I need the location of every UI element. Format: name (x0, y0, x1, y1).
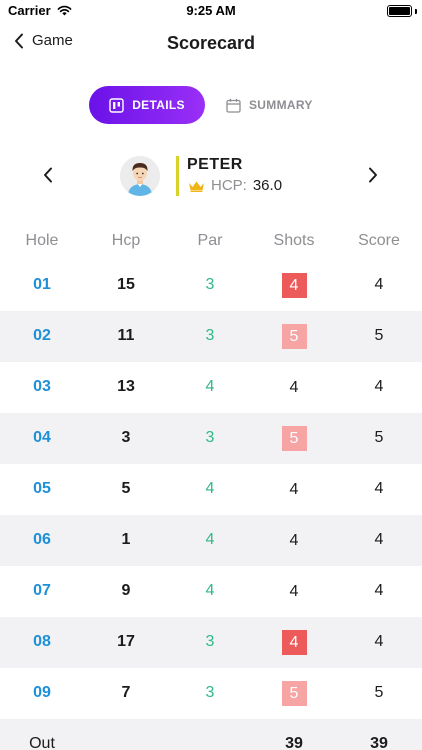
shots-badge: 4 (281, 273, 307, 298)
shots-badge: 5 (281, 426, 307, 451)
scorecard-header: Hole Hcp Par Shots Score (0, 232, 422, 260)
calendar-icon (226, 98, 241, 113)
shots-badge: 4 (281, 630, 307, 655)
out-total-row: Out 39 39 (0, 719, 422, 750)
hole-score: 5 (374, 684, 384, 701)
hole-number: 03 (33, 378, 51, 395)
player-name: PETER (187, 156, 243, 173)
scorecard-table: 01 15 3 4 4 02 11 3 5 5 03 13 4 4 4 04 3… (0, 260, 422, 719)
handicap-label: HCP: (211, 177, 247, 194)
hole-number: 07 (33, 582, 51, 599)
player-selector: PETER HCP: 36.0 (0, 152, 422, 198)
table-row[interactable]: 02 11 3 5 5 (0, 311, 422, 362)
tab-details-label: DETAILS (132, 98, 185, 112)
hole-par: 4 (205, 378, 215, 395)
column-header-hole: Hole (25, 232, 59, 249)
hole-score: 4 (374, 582, 384, 599)
battery-tip (415, 9, 417, 14)
hole-handicap: 1 (121, 531, 131, 548)
avatar (120, 156, 160, 196)
hole-number: 08 (33, 633, 51, 650)
hole-par: 4 (205, 531, 215, 548)
out-shots-total: 39 (285, 735, 303, 750)
hole-handicap: 3 (121, 429, 131, 446)
hole-handicap: 5 (121, 480, 131, 497)
handicap-divider (176, 156, 179, 196)
out-label: Out (29, 735, 55, 750)
hole-par: 4 (205, 582, 215, 599)
next-player-button[interactable] (363, 164, 383, 186)
table-row[interactable]: 03 13 4 4 4 (0, 362, 422, 413)
hole-score: 4 (374, 531, 384, 548)
table-row[interactable]: 05 5 4 4 4 (0, 464, 422, 515)
hole-score: 4 (374, 276, 384, 293)
view-switcher: DETAILS SUMMARY (0, 86, 422, 124)
shots-badge: 5 (281, 681, 307, 706)
crown-icon (189, 181, 204, 192)
status-time: 9:25 AM (186, 3, 236, 18)
hole-handicap: 17 (117, 633, 135, 650)
tab-summary[interactable]: SUMMARY (226, 86, 326, 124)
hole-number: 06 (33, 531, 51, 548)
user-avatar-icon (120, 156, 160, 196)
table-row[interactable]: 06 1 4 4 4 (0, 515, 422, 566)
chevron-left-icon (44, 167, 52, 183)
shots-badge: 5 (281, 324, 307, 349)
hole-par: 3 (205, 327, 215, 344)
chevron-right-icon (369, 167, 377, 183)
hole-handicap: 13 (117, 378, 135, 395)
navigation-bar: Game Scorecard (0, 24, 422, 64)
hole-score: 4 (374, 378, 384, 395)
column-header-shots: Shots (273, 232, 315, 249)
shots-value: 4 (289, 379, 299, 396)
page-title: Scorecard (166, 33, 256, 53)
column-header-par: Par (197, 232, 223, 249)
hole-number: 01 (33, 276, 51, 293)
table-row[interactable]: 04 3 3 5 5 (0, 413, 422, 464)
shots-value: 4 (289, 481, 299, 498)
hole-par: 3 (205, 276, 215, 293)
hole-par: 4 (205, 480, 215, 497)
hole-number: 02 (33, 327, 51, 344)
hole-score: 4 (374, 480, 384, 497)
player-handicap: HCP: 36.0 (188, 177, 282, 194)
hole-par: 3 (205, 684, 215, 701)
table-row[interactable]: 07 9 4 4 4 (0, 566, 422, 617)
handicap-value: 36.0 (252, 177, 283, 194)
shots-value: 4 (289, 532, 299, 549)
hole-par: 3 (205, 429, 215, 446)
status-bar: Carrier 9:25 AM (0, 0, 422, 24)
table-row[interactable]: 08 17 3 4 4 (0, 617, 422, 668)
previous-player-button[interactable] (38, 164, 58, 186)
hole-number: 05 (33, 480, 51, 497)
shots-value: 4 (289, 583, 299, 600)
hole-handicap: 7 (121, 684, 131, 701)
hole-par: 3 (205, 633, 215, 650)
column-header-score: Score (358, 232, 400, 249)
hole-score: 5 (374, 429, 384, 446)
tab-details[interactable]: DETAILS (89, 86, 205, 124)
hole-score: 4 (374, 633, 384, 650)
hole-score: 5 (374, 327, 384, 344)
hole-number: 09 (33, 684, 51, 701)
hole-number: 04 (33, 429, 51, 446)
table-row[interactable]: 09 7 3 5 5 (0, 668, 422, 719)
hole-handicap: 11 (117, 327, 135, 344)
details-icon (109, 97, 124, 113)
table-row[interactable]: 01 15 3 4 4 (0, 260, 422, 311)
hole-handicap: 15 (117, 276, 135, 293)
out-score-total: 39 (370, 735, 388, 750)
column-header-hcp: Hcp (111, 232, 141, 249)
hole-handicap: 9 (121, 582, 131, 599)
battery-icon (387, 5, 412, 17)
tab-summary-label: SUMMARY (249, 98, 313, 112)
